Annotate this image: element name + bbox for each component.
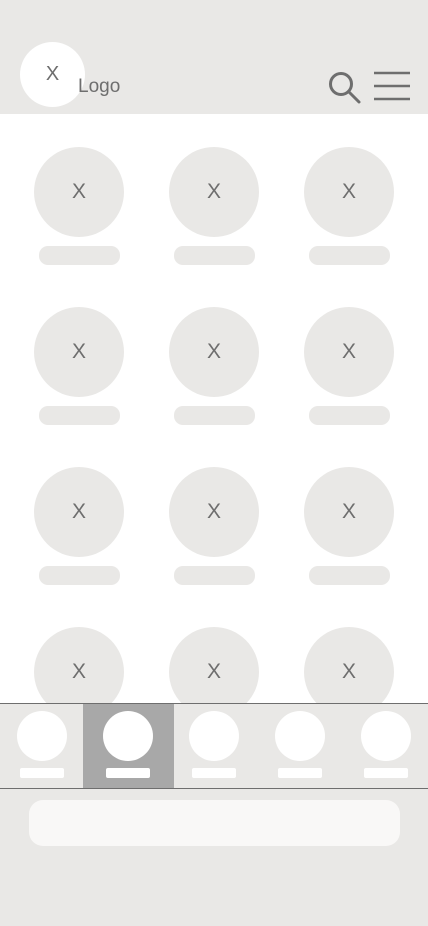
tab-label-placeholder [20, 768, 64, 778]
grid-item[interactable]: X [34, 467, 124, 587]
grid-item-label-placeholder [174, 406, 255, 425]
tab-4[interactable] [260, 704, 346, 788]
placeholder-glyph: X [341, 340, 356, 363]
grid-item[interactable]: X [304, 627, 394, 703]
app-header: X Logo [0, 0, 428, 114]
bottom-tab-bar [0, 703, 428, 789]
grid-item-image-placeholder: X [169, 147, 259, 237]
tab-icon-placeholder [103, 711, 153, 761]
tab-icon-placeholder [17, 711, 67, 761]
grid-item-image-placeholder: X [304, 467, 394, 557]
grid-item-image-placeholder: X [169, 467, 259, 557]
grid-item-label-placeholder [174, 566, 255, 585]
grid-item-label-placeholder [309, 246, 390, 265]
placeholder-glyph: X [71, 660, 86, 683]
grid-item-image-placeholder: X [304, 627, 394, 703]
bottom-input-field[interactable] [29, 800, 400, 846]
logo-placeholder-glyph: X [45, 63, 60, 85]
placeholder-glyph: X [71, 340, 86, 363]
grid-item[interactable]: X [34, 627, 124, 703]
grid-item-image-placeholder: X [34, 467, 124, 557]
grid-item[interactable]: X [169, 147, 259, 267]
app-screen: X Logo X X X X X X X X X X X X [0, 0, 428, 926]
grid-item-image-placeholder: X [34, 147, 124, 237]
grid-item-image-placeholder: X [34, 307, 124, 397]
placeholder-glyph: X [206, 500, 221, 523]
tab-label-placeholder [192, 768, 236, 778]
grid-item-image-placeholder: X [169, 627, 259, 703]
grid-item[interactable]: X [169, 307, 259, 427]
grid-item[interactable]: X [34, 307, 124, 427]
tab-2-active[interactable] [83, 704, 174, 788]
grid-item-label-placeholder [39, 406, 120, 425]
grid-item-image-placeholder: X [304, 307, 394, 397]
placeholder-glyph: X [206, 180, 221, 203]
grid-item-image-placeholder: X [34, 627, 124, 703]
search-button[interactable] [326, 69, 362, 105]
placeholder-glyph: X [206, 340, 221, 363]
tab-3[interactable] [174, 704, 260, 788]
grid-item[interactable]: X [304, 147, 394, 267]
tab-1[interactable] [0, 704, 84, 788]
placeholder-glyph: X [341, 500, 356, 523]
grid-item[interactable]: X [169, 467, 259, 587]
grid-item-image-placeholder: X [304, 147, 394, 237]
tab-icon-placeholder [361, 711, 411, 761]
tab-icon-placeholder [189, 711, 239, 761]
hamburger-menu-icon [374, 71, 410, 101]
placeholder-glyph: X [206, 660, 221, 683]
search-icon [329, 72, 361, 104]
placeholder-glyph: X [71, 180, 86, 203]
logo-text: Logo [78, 76, 121, 97]
tab-icon-placeholder [275, 711, 325, 761]
grid-item-label-placeholder [174, 246, 255, 265]
tab-label-placeholder [278, 768, 322, 778]
grid-item-label-placeholder [309, 406, 390, 425]
logo-image-placeholder[interactable]: X [20, 42, 85, 107]
grid-item-label-placeholder [39, 246, 120, 265]
grid-item[interactable]: X [304, 307, 394, 427]
grid-item[interactable]: X [34, 147, 124, 267]
grid-item[interactable]: X [169, 627, 259, 703]
grid-item[interactable]: X [304, 467, 394, 587]
grid-item-label-placeholder [309, 566, 390, 585]
tab-label-placeholder [364, 768, 408, 778]
menu-button[interactable] [372, 70, 412, 102]
grid-item-image-placeholder: X [169, 307, 259, 397]
placeholder-glyph: X [71, 500, 86, 523]
tab-label-placeholder [106, 768, 150, 778]
grid-item-label-placeholder [39, 566, 120, 585]
placeholder-glyph: X [341, 180, 356, 203]
content-grid: X X X X X X X X X X X X [0, 114, 428, 703]
placeholder-glyph: X [341, 660, 356, 683]
tab-5[interactable] [346, 704, 428, 788]
